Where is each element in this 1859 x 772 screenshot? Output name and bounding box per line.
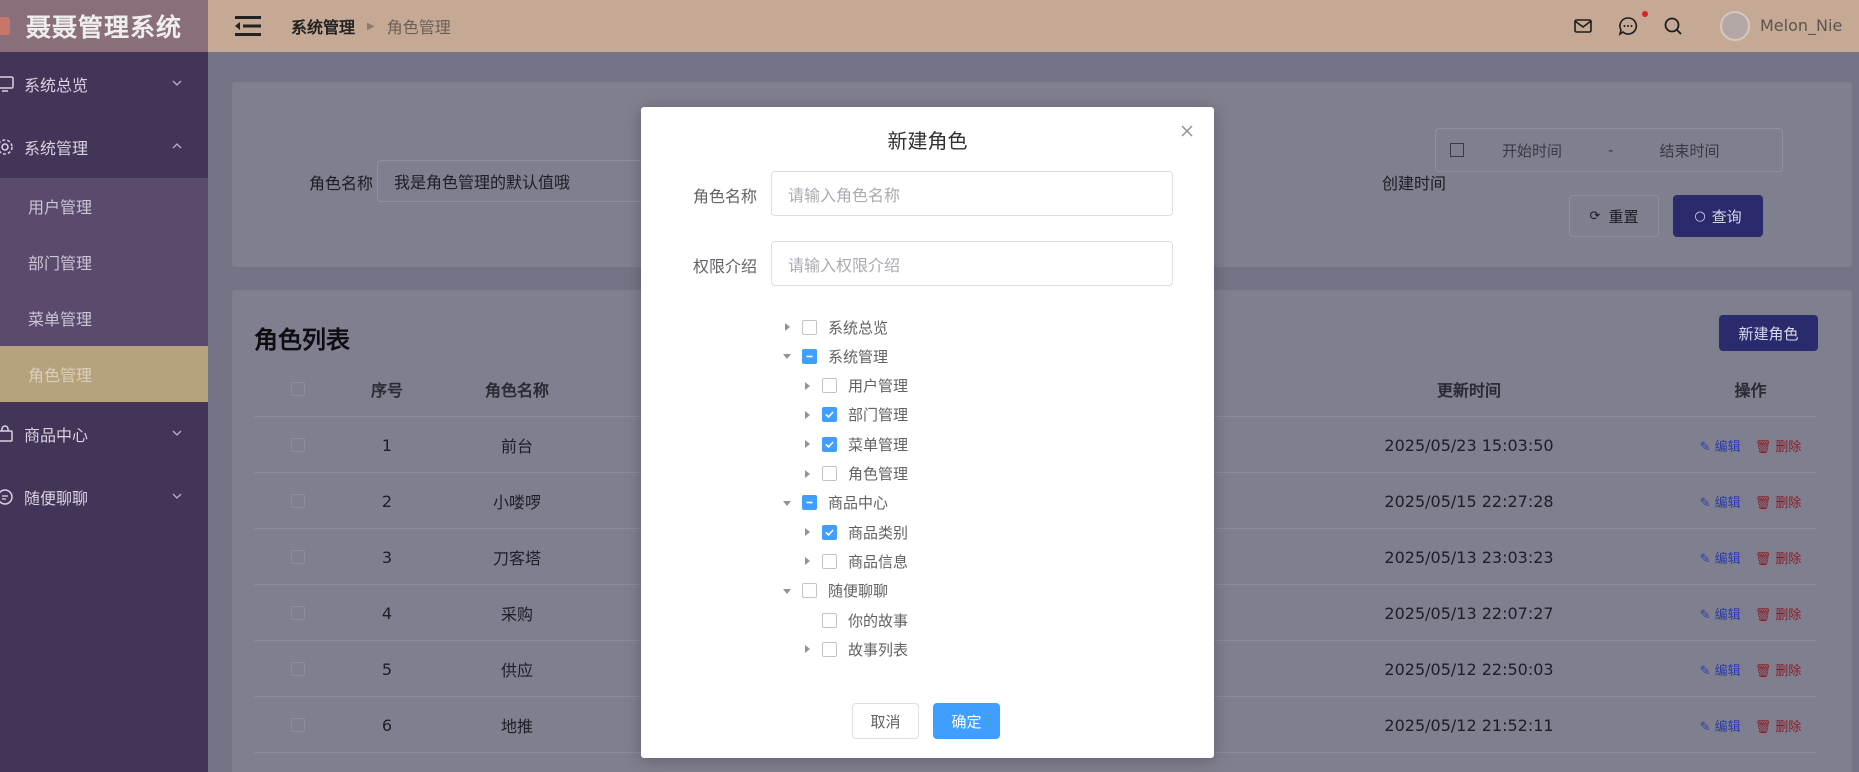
tree-node[interactable]: 随便聊聊 — [782, 578, 888, 604]
tree-node[interactable]: 商品中心 — [782, 490, 888, 516]
tree-checkbox[interactable] — [822, 641, 837, 657]
confirm-button[interactable]: 确定 — [933, 703, 1000, 739]
role-name-field-label: 角色名称 — [693, 187, 758, 206]
caret-right-icon[interactable] — [802, 556, 812, 566]
tree-node[interactable]: 系统总览 — [782, 314, 888, 340]
tree-node[interactable]: 商品类别 — [802, 519, 908, 545]
caret-right-icon[interactable] — [802, 469, 812, 479]
tree-checkbox[interactable] — [822, 612, 837, 628]
tree-checkbox[interactable] — [822, 378, 837, 394]
tree-checkbox[interactable] — [822, 407, 837, 423]
new-role-dialog: 新建角色 角色名称 请输入角色名称 权限介绍 请输入权限介绍 系统总览系统管理用… — [641, 107, 1214, 758]
tree-checkbox[interactable] — [822, 466, 837, 481]
tree-node[interactable]: 商品信息 — [802, 548, 908, 574]
tree-node-label: 角色管理 — [848, 465, 909, 483]
tree-checkbox[interactable] — [822, 436, 837, 452]
tree-checkbox[interactable] — [802, 348, 817, 364]
tree-node-label: 你的故事 — [848, 611, 909, 630]
tree-node-label: 商品中心 — [828, 494, 889, 513]
cancel-button[interactable]: 取消 — [852, 703, 919, 739]
tree-node-label: 系统总览 — [828, 318, 889, 337]
tree-checkbox[interactable] — [822, 524, 837, 540]
tree-checkbox[interactable] — [802, 495, 817, 511]
permission-desc-field[interactable]: 请输入权限介绍 — [771, 241, 1173, 286]
tree-node[interactable]: 故事列表 — [802, 636, 908, 662]
tree-node-label: 部门管理 — [848, 406, 909, 425]
tree-node-label: 随便聊聊 — [828, 582, 889, 601]
dialog-title: 新建角色 — [887, 129, 968, 153]
caret-right-icon[interactable] — [782, 322, 792, 332]
tree-node[interactable]: 部门管理 — [802, 402, 908, 428]
caret-right-icon[interactable] — [802, 439, 812, 449]
caret-right-icon[interactable] — [802, 527, 812, 537]
tree-node[interactable]: 角色管理 — [802, 461, 908, 487]
tree-node[interactable]: 菜单管理 — [802, 431, 908, 457]
role-name-placeholder: 请输入角色名称 — [788, 185, 901, 205]
tree-node-label: 商品信息 — [848, 552, 909, 571]
tree-node-label: 系统管理 — [828, 347, 889, 366]
tree-node-label: 故事列表 — [848, 640, 909, 659]
permission-desc-label: 权限介绍 — [693, 257, 758, 276]
role-name-field[interactable]: 请输入角色名称 — [771, 171, 1173, 216]
tree-checkbox[interactable] — [802, 583, 817, 599]
tree-node[interactable]: 用户管理 — [802, 373, 908, 399]
tree-node[interactable]: 你的故事 — [802, 607, 908, 633]
caret-right-icon[interactable] — [802, 381, 812, 391]
caret-right-icon[interactable] — [802, 644, 812, 654]
caret-down-icon[interactable] — [782, 351, 792, 361]
close-icon[interactable] — [1179, 123, 1195, 139]
tree-node-label: 用户管理 — [848, 377, 909, 396]
caret-down-icon[interactable] — [782, 498, 792, 508]
tree-node-label: 菜单管理 — [848, 435, 909, 454]
tree-node-label: 商品类别 — [848, 523, 909, 542]
tree-node[interactable]: 系统管理 — [782, 343, 888, 369]
app-root: 聂聂管理系统 系统总览 系统管理 用户管理 部门管理 菜单管理 角色管理 商品中… — [0, 0, 1859, 772]
tree-checkbox[interactable] — [822, 553, 837, 569]
caret-down-icon[interactable] — [782, 586, 792, 596]
caret-right-icon[interactable] — [802, 410, 812, 420]
tree-checkbox[interactable] — [802, 319, 817, 335]
permission-desc-placeholder: 请输入权限介绍 — [788, 255, 901, 275]
